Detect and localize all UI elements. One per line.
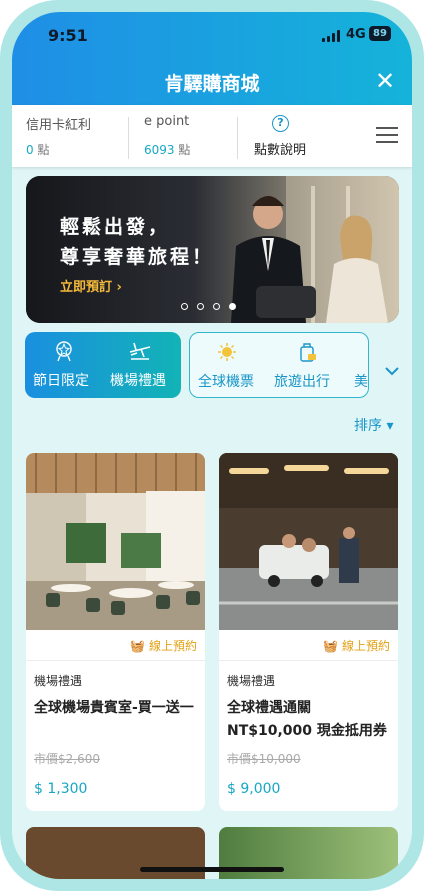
original-price: 市價$10,000 [227, 752, 301, 766]
product-category: 機場禮遇 [34, 674, 83, 688]
category-flights[interactable]: 全球機票 [190, 333, 266, 397]
luggage-icon [300, 343, 316, 362]
banner-headline: 尊享奢華旅程！ [60, 246, 215, 268]
battery-icon: 89 [369, 26, 391, 41]
product-category: 機場禮遇 [227, 674, 276, 688]
epoint-value: 6093 點 [144, 143, 191, 157]
carousel-dot-active[interactable] [229, 303, 236, 310]
category-label: 旅遊出行 [274, 374, 330, 390]
plane-icon [129, 342, 151, 360]
original-price: 市價$2,600 [34, 752, 100, 766]
product-card[interactable]: 🧺 線上預約 機場禮遇 全球禮遇通關 NT$10,000 現金抵用券 市價$10… [219, 453, 398, 811]
points-help-label: 點數說明 [254, 143, 307, 158]
status-bar: 9:51 4G 89 [12, 12, 412, 58]
sort-button[interactable]: 排序 ▾ [354, 415, 393, 435]
primary-category-group: 節日限定 機場禮遇 [25, 332, 181, 398]
sort-bar: 排序 ▾ [12, 410, 412, 440]
category-label: 節日限定 [33, 373, 89, 389]
online-booking-tag: 🧺 線上預約 [130, 639, 197, 653]
home-indicator[interactable] [140, 867, 284, 872]
online-booking-tag: 🧺 線上預約 [323, 639, 390, 653]
network-label: 4G [346, 27, 366, 42]
question-icon: ? [272, 115, 289, 132]
credit-points-value: 0 點 [26, 143, 50, 157]
product-title: 全球機場貴賓室-買一送一 [34, 700, 194, 716]
secondary-category-group: 全球機票 旅遊出行 美 [189, 332, 369, 398]
signal-icon [322, 30, 342, 42]
category-bar: 節日限定 機場禮遇 全球機票 旅遊出行 美 [12, 330, 412, 400]
category-food[interactable]: 美 [348, 333, 368, 397]
category-holiday[interactable]: 節日限定 [25, 332, 103, 398]
app-screen: 9:51 4G 89 肯驛購商城 ✕ 信用卡紅利 0 點 e point 609… [12, 12, 412, 879]
category-label: 全球機票 [198, 374, 254, 390]
page-title: 肯驛購商城 [164, 73, 260, 95]
product-card[interactable]: 🧺 線上預約 機場禮遇 全球機場貴賓室-買一送一 市價$2,600 $ 1,30… [26, 453, 205, 811]
carousel-dot[interactable] [213, 303, 220, 310]
carousel-dot[interactable] [197, 303, 204, 310]
points-panel: 信用卡紅利 0 點 e point 6093 點 ? 點數說明 [12, 105, 412, 167]
points-help[interactable]: ? 點數說明 [238, 105, 358, 167]
phone-frame: 9:51 4G 89 肯驛購商城 ✕ 信用卡紅利 0 點 e point 609… [0, 0, 424, 891]
epoint[interactable]: e point 6093 點 [129, 105, 237, 167]
status-time: 9:51 [48, 26, 88, 45]
sun-icon [218, 343, 236, 361]
credit-points-label: 信用卡紅利 [26, 118, 92, 133]
category-label: 美 [354, 374, 368, 390]
close-button[interactable]: ✕ [370, 67, 400, 95]
product-image [26, 453, 205, 630]
product-price: $ 1,300 [34, 781, 88, 797]
chevron-down-icon[interactable] [384, 366, 400, 376]
divider [26, 660, 205, 661]
product-title: 全球禮遇通關 NT$10,000 現金抵用券 [227, 700, 387, 739]
banner-headline: 輕鬆出發， [60, 216, 171, 238]
app-header: 肯驛購商城 ✕ [12, 58, 412, 105]
promo-banner[interactable]: 輕鬆出發， 尊享奢華旅程！ 立即預訂 › [26, 176, 399, 323]
hamburger-menu-icon[interactable] [376, 127, 398, 145]
credit-points[interactable]: 信用卡紅利 0 點 [12, 105, 128, 167]
carousel-dot[interactable] [181, 303, 188, 310]
divider [219, 660, 398, 661]
category-airport[interactable]: 機場禮遇 [103, 332, 181, 398]
book-now-link[interactable]: 立即預訂 › [60, 276, 122, 295]
category-travel[interactable]: 旅遊出行 [266, 333, 346, 397]
gift-icon [56, 341, 72, 362]
category-label: 機場禮遇 [110, 373, 166, 389]
product-price: $ 9,000 [227, 781, 281, 797]
basket-icon: 🧺 [130, 639, 146, 653]
product-image [219, 453, 398, 630]
epoint-label: e point [144, 114, 190, 129]
basket-icon: 🧺 [323, 639, 339, 653]
